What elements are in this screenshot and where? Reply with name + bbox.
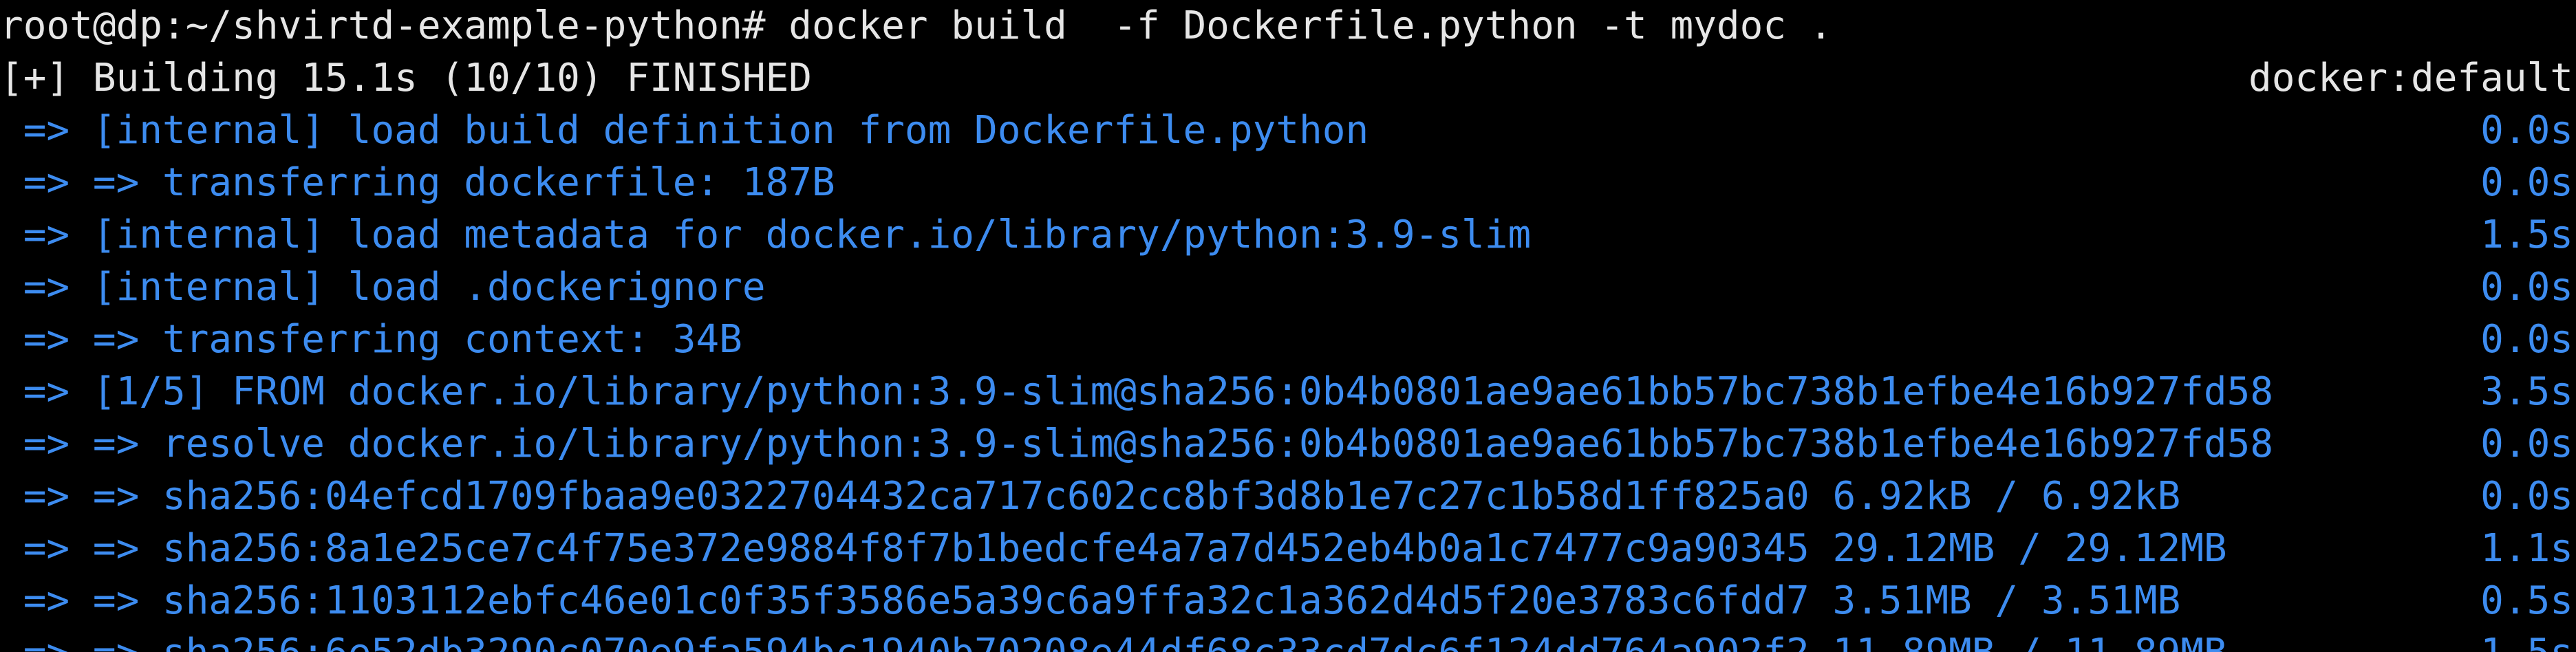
terminal-window[interactable]: root@dp:~/shvirtd-example-python# docker… [0,0,2576,652]
build-step-time: 0.0s [2480,160,2573,205]
build-step-line: => => sha256:1103112ebfc46e01c0f35f3586e… [0,575,2576,627]
build-step-line: => => sha256:8a1e25ce7c4f75e372e9884f8f7… [0,523,2576,575]
command-line: root@dp:~/shvirtd-example-python# docker… [0,0,2576,52]
build-step-time: 0.5s [2480,578,2573,623]
build-step-text: => [internal] load metadata for docker.i… [0,213,1532,257]
build-step-text: => => transferring dockerfile: 187B [0,160,835,205]
build-step-text: => [internal] load .dockerignore [0,265,766,309]
build-step-text: => => sha256:8a1e25ce7c4f75e372e9884f8f7… [0,526,2227,571]
build-step-time: 0.0s [2480,474,2573,519]
command-text: root@dp:~/shvirtd-example-python# docker… [0,3,1833,48]
build-step-time: 1.5s [2480,627,2573,652]
build-step-line: => => sha256:6e52db3290c070e9fa594bc1940… [0,627,2576,652]
build-step-time: 3.5s [2480,369,2573,414]
build-step-text: => => resolve docker.io/library/python:3… [0,422,2274,466]
build-status-line: [+] Building 15.1s (10/10) FINISHED dock… [0,52,2576,105]
build-step-line: => [1/5] FROM docker.io/library/python:3… [0,366,2576,418]
build-step-line: => => transferring context: 34B 0.0s [0,314,2576,366]
build-step-text: => => sha256:1103112ebfc46e01c0f35f3586e… [0,578,2181,623]
build-step-time: 1.1s [2480,526,2573,571]
build-step-line: => [internal] load .dockerignore 0.0s [0,261,2576,314]
build-step-line: => => transferring dockerfile: 187B 0.0s [0,157,2576,209]
build-step-text: => => sha256:6e52db3290c070e9fa594bc1940… [0,627,2227,652]
build-step-time: 0.0s [2480,108,2573,153]
build-step-time: 0.0s [2480,317,2573,362]
build-step-text: => [1/5] FROM docker.io/library/python:3… [0,369,2274,414]
build-step-text: => => transferring context: 34B [0,317,742,362]
build-step-text: => [internal] load build definition from… [0,108,1369,153]
builder-name: docker:default [2248,56,2573,100]
build-step-time: 0.0s [2480,265,2573,309]
build-step-line: => [internal] load build definition from… [0,105,2576,157]
build-step-line: => => sha256:04efcd1709fbaa9e0322704432c… [0,470,2576,523]
build-step-time: 1.5s [2480,213,2573,257]
build-step-text: => => sha256:04efcd1709fbaa9e0322704432c… [0,474,2181,519]
build-step-line: => => resolve docker.io/library/python:3… [0,418,2576,470]
build-step-time: 0.0s [2480,422,2573,466]
build-step-line: => [internal] load metadata for docker.i… [0,209,2576,261]
build-status-text: [+] Building 15.1s (10/10) FINISHED [0,56,813,100]
